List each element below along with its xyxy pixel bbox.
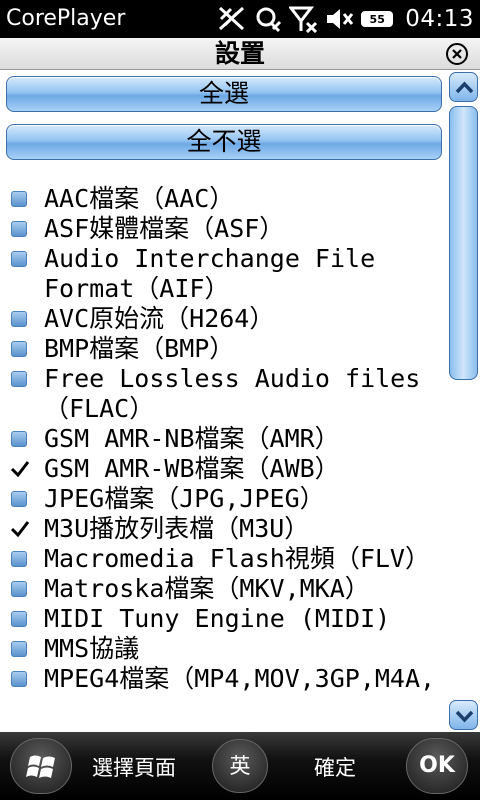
file-type-label: GSM AMR-WB檔案（AWB） [44, 454, 340, 483]
file-type-item[interactable]: MMS協議 [0, 634, 444, 664]
file-type-item[interactable]: AVC原始流（H264） [0, 304, 444, 334]
file-type-label: MIDI Tuny Engine (MIDI) [44, 604, 391, 633]
checkbox[interactable] [11, 671, 27, 687]
network-off-icon[interactable] [288, 5, 319, 34]
file-type-label: Matroska檔案（MKV,MKA） [44, 574, 370, 603]
settings-content: 全選 全不選 AAC檔案（AAC） ASF媒體檔案（ASF） Audio Inter… [0, 70, 444, 732]
file-type-label: Audio Interchange File Format（AIF） [44, 244, 391, 303]
app-title: CorePlayer [6, 6, 126, 31]
checkbox[interactable] [11, 431, 27, 447]
file-type-item[interactable]: GSM AMR-NB檔案（AMR） [0, 424, 444, 454]
checkmark-icon [10, 521, 30, 538]
close-button[interactable] [446, 43, 468, 65]
file-type-label: AVC原始流（H264） [44, 304, 275, 333]
checkbox[interactable] [11, 611, 27, 627]
close-icon [452, 49, 462, 59]
file-type-item[interactable]: Macromedia Flash視頻（FLV） [0, 544, 444, 574]
file-type-item[interactable]: M3U播放列表檔（M3U） [0, 514, 444, 544]
file-type-item[interactable]: BMP檔案（BMP） [0, 334, 444, 364]
checkbox[interactable] [11, 311, 27, 327]
file-type-label: BMP檔案（BMP） [44, 334, 235, 363]
battery-icon[interactable]: 55 [361, 5, 395, 33]
ok-button[interactable]: OK [406, 738, 468, 794]
windows-flag-icon [26, 755, 55, 778]
checkbox-checked[interactable] [10, 521, 30, 538]
file-type-item[interactable]: AAC檔案（AAC） [0, 184, 444, 214]
file-type-label: GSM AMR-NB檔案（AMR） [44, 424, 340, 453]
checkbox[interactable] [11, 551, 27, 567]
checkbox[interactable] [11, 491, 27, 507]
scroll-up-button[interactable] [449, 72, 478, 102]
scroll-down-button[interactable] [449, 700, 478, 730]
checkbox-checked[interactable] [10, 461, 30, 478]
sync-icon[interactable] [253, 5, 283, 33]
file-type-label: MPEG4檔案（MP4,MOV,3GP,M4A, [44, 664, 436, 693]
checkmark-icon [10, 461, 30, 478]
volume-muted-icon[interactable] [325, 5, 355, 33]
file-type-item[interactable]: MIDI Tuny Engine (MIDI) [0, 604, 444, 634]
file-type-item[interactable]: ASF媒體檔案（ASF） [0, 214, 444, 244]
file-type-item[interactable]: Matroska檔案（MKV,MKA） [0, 574, 444, 604]
bottom-bar: 選擇頁面 英 確定 OK [0, 732, 480, 800]
file-type-label: AAC檔案（AAC） [44, 184, 235, 213]
file-type-label: M3U播放列表檔（M3U） [44, 514, 310, 543]
chevron-up-icon [455, 81, 474, 94]
file-type-item[interactable]: MPEG4檔案（MP4,MOV,3GP,M4A, [0, 664, 444, 694]
checkbox[interactable] [11, 221, 27, 237]
checkbox[interactable] [11, 641, 27, 657]
select-none-button[interactable]: 全不選 [6, 124, 442, 160]
checkbox[interactable] [11, 371, 27, 387]
clock[interactable]: 04:13 [405, 6, 474, 32]
file-type-label: ASF媒體檔案（ASF） [44, 214, 285, 243]
file-type-item[interactable]: Audio Interchange File Format（AIF） [0, 244, 444, 304]
scroll-thumb[interactable] [449, 106, 478, 380]
file-type-item[interactable]: GSM AMR-WB檔案（AWB） [0, 454, 444, 484]
select-all-button[interactable]: 全選 [6, 76, 442, 112]
checkbox[interactable] [11, 191, 27, 207]
checkbox[interactable] [11, 341, 27, 357]
confirm-softkey[interactable]: 確定 [314, 752, 356, 782]
select-page-softkey[interactable]: 選擇頁面 [92, 752, 176, 782]
dialog-title-bar: 設置 [0, 38, 480, 70]
dialog-title: 設置 [214, 39, 265, 68]
file-type-item[interactable]: JPEG檔案（JPG,JPEG） [0, 484, 444, 514]
checkbox[interactable] [11, 581, 27, 597]
chevron-down-icon [455, 710, 474, 723]
file-type-label: Macromedia Flash視頻（FLV） [44, 544, 430, 573]
checkbox[interactable] [11, 251, 27, 267]
input-method-button[interactable]: 英 [212, 739, 268, 793]
file-type-label: Free Lossless Audio files（FLAC） [44, 364, 421, 423]
signal-off-icon[interactable] [217, 5, 247, 33]
file-type-item[interactable]: Free Lossless Audio files（FLAC） [0, 364, 444, 424]
file-type-label: MMS協議 [44, 634, 140, 663]
scrollbar[interactable] [446, 70, 480, 732]
battery-label: 55 [361, 11, 394, 27]
file-type-label: JPEG檔案（JPG,JPEG） [44, 484, 325, 513]
start-button[interactable] [10, 738, 72, 794]
status-bar: CorePlayer 55 04:13 [0, 0, 480, 38]
file-type-list: AAC檔案（AAC） ASF媒體檔案（ASF） Audio Interchange … [0, 184, 444, 694]
status-icons: 55 04:13 [211, 4, 474, 34]
